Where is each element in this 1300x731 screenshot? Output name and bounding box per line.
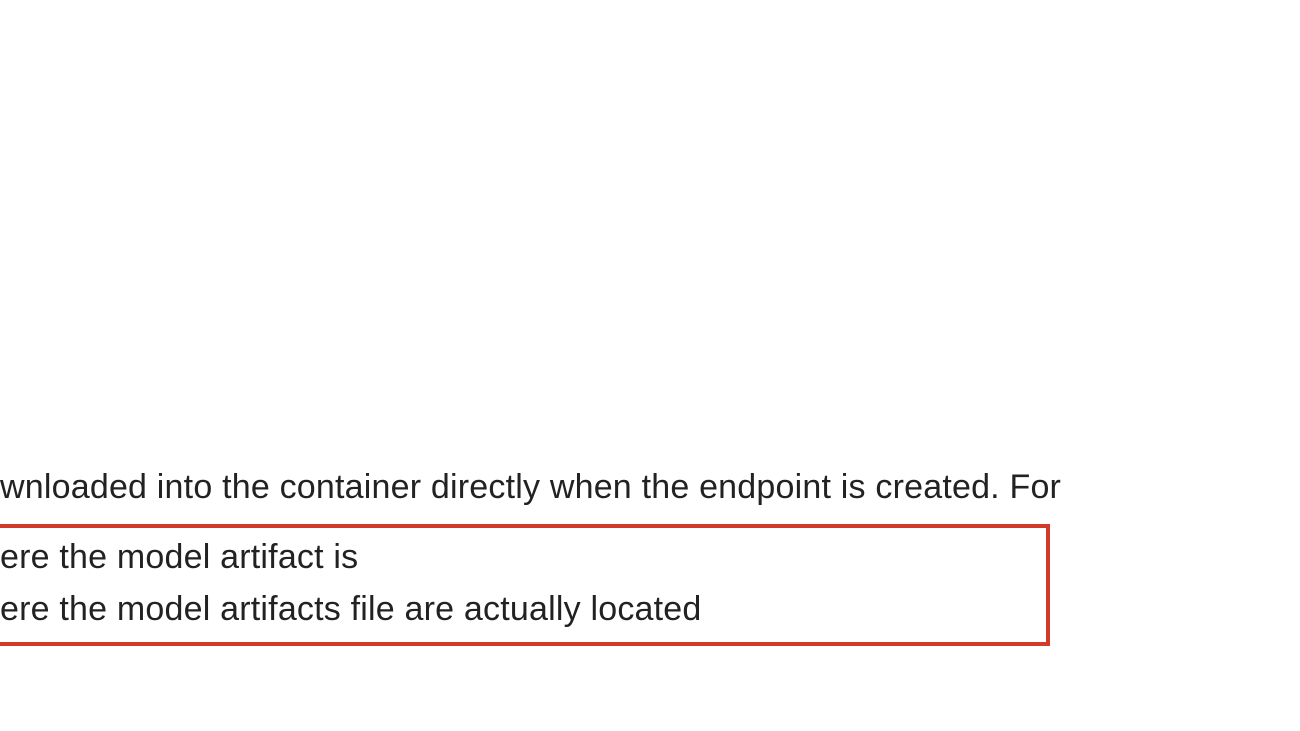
body-text-line: wnloaded into the container directly whe…	[0, 468, 1061, 507]
highlight-annotation-box: ere the model artifact is ere the model …	[0, 524, 1050, 646]
highlighted-text-line: ere the model artifact is	[0, 538, 358, 577]
highlighted-text-line: ere the model artifacts file are actuall…	[0, 590, 702, 629]
